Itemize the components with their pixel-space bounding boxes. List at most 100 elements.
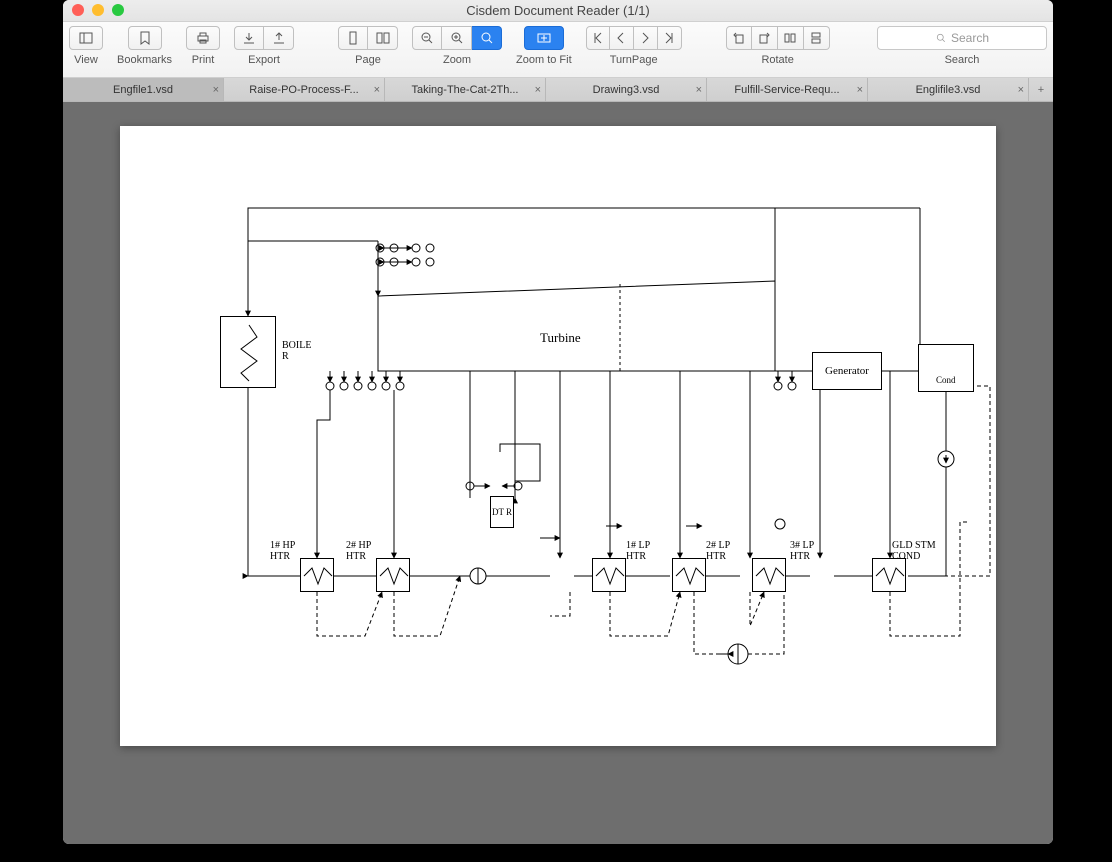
toolbar: View Bookmarks Print [63, 22, 1053, 78]
flip-v-button[interactable] [804, 26, 830, 50]
tab-item[interactable]: Drawing3.vsd × [546, 78, 707, 101]
view-label: View [74, 54, 98, 66]
page-single-button[interactable] [338, 26, 368, 50]
first-page-button[interactable] [586, 26, 610, 50]
search-placeholder: Search [951, 31, 989, 45]
close-tab-icon[interactable]: × [374, 84, 380, 96]
print-icon [195, 30, 211, 46]
close-tab-icon[interactable]: × [1018, 84, 1024, 96]
add-tab-button[interactable]: + [1029, 78, 1053, 101]
hp1-label: 1# HP HTR [270, 540, 295, 562]
dtr-box: DT R [490, 496, 514, 528]
rotate-label: Rotate [761, 54, 793, 66]
bookmark-icon [137, 30, 153, 46]
rotate-right-button[interactable] [752, 26, 778, 50]
tab-label: Drawing3.vsd [593, 84, 660, 96]
dtr-label: DT R [492, 508, 512, 517]
export-down-button[interactable] [234, 26, 264, 50]
view-button[interactable] [69, 26, 103, 50]
boiler-label: BOILE R [282, 340, 311, 362]
turbine-label: Turbine [540, 330, 581, 346]
window-title: Cisdem Document Reader (1/1) [466, 3, 650, 18]
zoom-label: Zoom [443, 54, 471, 66]
minimize-window-button[interactable] [92, 4, 104, 16]
hp2-label: 2# HP HTR [346, 540, 371, 562]
zoom-in-button[interactable] [442, 26, 472, 50]
rotate-right-icon [756, 30, 772, 46]
zoom-actual-button[interactable] [472, 26, 502, 50]
maximize-window-button[interactable] [112, 4, 124, 16]
cond-label: Cond [936, 375, 956, 385]
document-page: BOILE R Turbine Generator Cond DT R 1# H… [120, 126, 996, 746]
tab-label: Fulfill-Service-Requ... [734, 84, 839, 96]
chevron-left-icon [613, 30, 629, 46]
download-icon [241, 30, 257, 46]
tab-item[interactable]: Taking-The-Cat-2Th... × [385, 78, 546, 101]
flip-h-icon [782, 30, 798, 46]
boiler-symbol-icon [221, 317, 277, 389]
gld-label: GLD STM COND [892, 540, 936, 562]
close-tab-icon[interactable]: × [696, 84, 702, 96]
tab-label: Taking-The-Cat-2Th... [412, 84, 519, 96]
zoom-actual-icon [479, 30, 495, 46]
close-tab-icon[interactable]: × [857, 84, 863, 96]
next-page-button[interactable] [634, 26, 658, 50]
document-viewport[interactable]: BOILE R Turbine Generator Cond DT R 1# H… [63, 102, 1053, 844]
window-controls [72, 4, 124, 16]
search-label: Search [945, 54, 980, 66]
last-page-icon [661, 30, 677, 46]
rotate-left-button[interactable] [726, 26, 752, 50]
tab-label: Raise-PO-Process-F... [249, 84, 358, 96]
print-label: Print [192, 54, 215, 66]
prev-page-button[interactable] [610, 26, 634, 50]
zoom-to-fit-button[interactable] [524, 26, 564, 50]
hp1-htr-box [300, 558, 334, 592]
title-bar: Cisdem Document Reader (1/1) [63, 0, 1053, 22]
lp2-htr-box [672, 558, 706, 592]
chevron-right-icon [637, 30, 653, 46]
close-tab-icon[interactable]: × [213, 84, 219, 96]
zoom-in-icon [449, 30, 465, 46]
flip-h-button[interactable] [778, 26, 804, 50]
zoom-fit-label: Zoom to Fit [516, 54, 572, 66]
export-label: Export [248, 54, 280, 66]
tab-item[interactable]: Fulfill-Service-Requ... × [707, 78, 868, 101]
bookmarks-button[interactable] [128, 26, 162, 50]
view-panel-icon [78, 30, 94, 46]
close-tab-icon[interactable]: × [535, 84, 541, 96]
tab-label: Engfile1.vsd [113, 84, 173, 96]
export-up-button[interactable] [264, 26, 294, 50]
zoom-out-button[interactable] [412, 26, 442, 50]
generator-label: Generator [825, 365, 869, 377]
rotate-left-icon [731, 30, 747, 46]
gld-stm-box [872, 558, 906, 592]
hp2-htr-box [376, 558, 410, 592]
tab-item[interactable]: Raise-PO-Process-F... × [224, 78, 385, 101]
first-page-icon [590, 30, 606, 46]
page-label: Page [355, 54, 381, 66]
zoom-fit-icon [536, 30, 552, 46]
search-icon [935, 32, 947, 44]
tab-label: Englifile3.vsd [916, 84, 981, 96]
boiler-box [220, 316, 276, 388]
lp3-label: 3# LP HTR [790, 540, 814, 562]
flip-v-icon [808, 30, 824, 46]
page-double-button[interactable] [368, 26, 398, 50]
print-button[interactable] [186, 26, 220, 50]
search-input[interactable]: Search [877, 26, 1047, 50]
turnpage-label: TurnPage [610, 54, 658, 66]
tab-bar: Engfile1.vsd × Raise-PO-Process-F... × Tak… [63, 78, 1053, 102]
bookmarks-label: Bookmarks [117, 54, 172, 66]
page-single-icon [345, 30, 361, 46]
zoom-out-icon [419, 30, 435, 46]
tab-item[interactable]: Englifile3.vsd × [868, 78, 1029, 101]
share-icon [271, 30, 287, 46]
lp3-htr-box [752, 558, 786, 592]
lp1-htr-box [592, 558, 626, 592]
lp2-label: 2# LP HTR [706, 540, 730, 562]
page-double-icon [375, 30, 391, 46]
last-page-button[interactable] [658, 26, 682, 50]
close-window-button[interactable] [72, 4, 84, 16]
app-window: Cisdem Document Reader (1/1) View Bookma… [63, 0, 1053, 844]
tab-item[interactable]: Engfile1.vsd × [63, 78, 224, 101]
